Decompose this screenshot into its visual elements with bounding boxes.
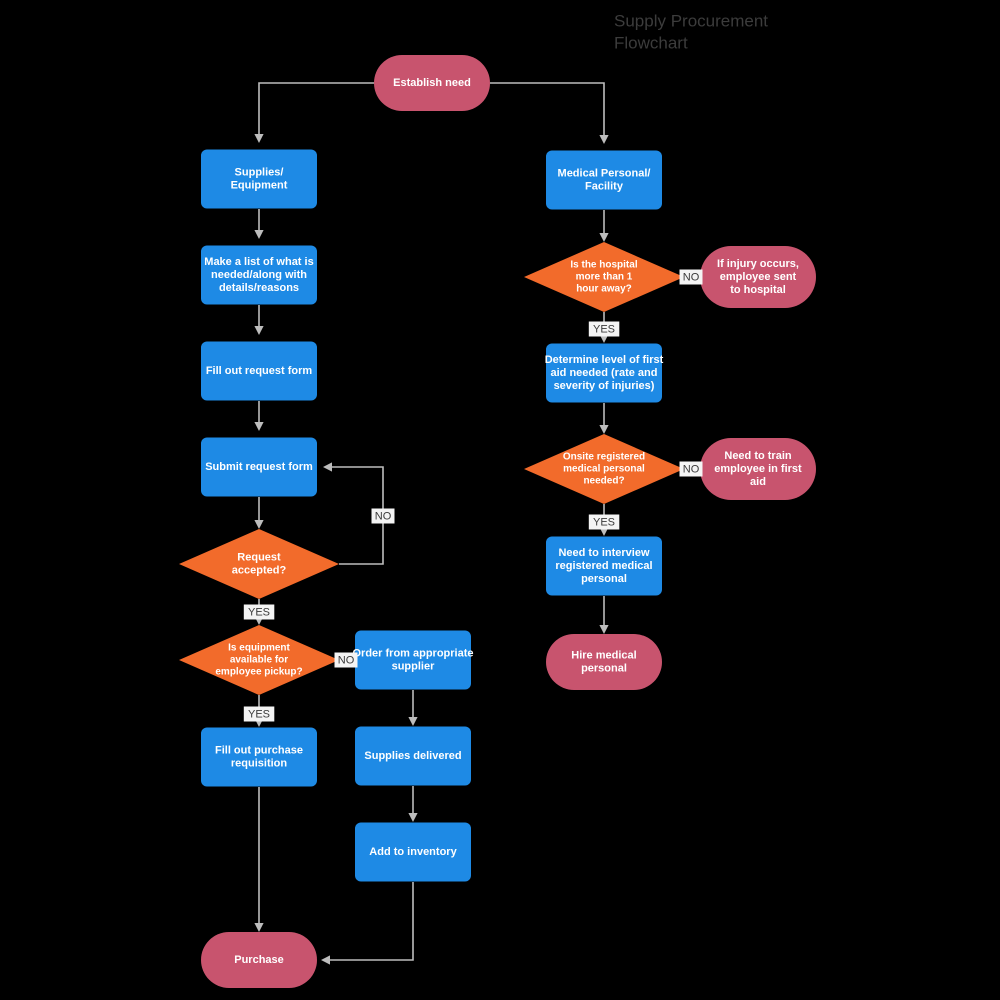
node-add_to_inventory[interactable]: Add to inventory	[355, 822, 471, 882]
node-label-supplies_equipment: Supplies/	[235, 166, 284, 178]
node-label-onsite_medical_needed: medical personal	[563, 464, 645, 475]
node-order_from_supplier[interactable]: Order from appropriatesupplier	[352, 630, 474, 690]
node-label-make_list: Make a list of what is	[204, 256, 313, 268]
svg-text:YES: YES	[593, 516, 615, 528]
svg-text:YES: YES	[248, 606, 270, 618]
node-label-interview_medical: personal	[581, 573, 627, 585]
node-label-medical_personal: Medical Personal/	[558, 167, 651, 179]
edge-establish_need-to-supplies_equipment	[254, 82, 374, 143]
node-label-request_accepted: Request	[237, 551, 281, 563]
node-label-train_employee: Need to train	[724, 450, 792, 462]
node-label-onsite_medical_needed: needed?	[583, 476, 624, 487]
node-equipment_available[interactable]: Is equipmentavailable foremployee pickup…	[179, 625, 339, 695]
flowchart-diagram: Establish need Supplies/Equipment Medical …	[179, 11, 816, 988]
flowchart-canvas: Establish need Supplies/Equipment Medical …	[0, 0, 1000, 1000]
node-hospital_far[interactable]: Is the hospitalmore than 1hour away?	[524, 242, 684, 312]
node-submit_request_form[interactable]: Submit request form	[201, 437, 317, 497]
svg-text:YES: YES	[593, 323, 615, 335]
node-label-injury_to_hospital: to hospital	[730, 284, 786, 296]
node-label-fill_purchase_req: requisition	[231, 757, 288, 769]
svg-text:NO: NO	[683, 463, 700, 475]
svg-text:NO: NO	[338, 654, 355, 666]
node-fill_purchase_req[interactable]: Fill out purchaserequisition	[201, 727, 317, 787]
node-label-add_to_inventory: Add to inventory	[369, 846, 457, 858]
svg-text:NO: NO	[375, 510, 392, 522]
node-label-purchase: Purchase	[234, 954, 284, 966]
node-request_accepted[interactable]: Requestaccepted?	[179, 529, 339, 599]
edge-label-yes-request_accepted: YES	[243, 604, 275, 620]
node-label-injury_to_hospital: employee sent	[720, 271, 797, 283]
node-label-make_list: needed/along with	[211, 269, 307, 281]
svg-text:YES: YES	[248, 708, 270, 720]
edge-label-no-equipment_available: NO	[334, 652, 358, 668]
node-label-hire_medical: personal	[581, 662, 627, 674]
edge-label-no-hospital_far: NO	[679, 269, 703, 285]
nodes-layer: Establish need Supplies/Equipment Medical …	[179, 55, 816, 988]
node-label-equipment_available: Is equipment	[228, 643, 290, 654]
edge-submit_request_form-to-request_accepted	[254, 497, 264, 529]
node-label-hospital_far: hour away?	[576, 284, 632, 295]
chart-title-line2: Flowchart	[614, 33, 688, 52]
node-label-equipment_available: available for	[230, 655, 288, 666]
edge-supplies_equipment-to-make_list	[254, 209, 264, 239]
edge-label-yes-equipment_available: YES	[243, 706, 275, 722]
node-onsite_medical_needed[interactable]: Onsite registeredmedical personalneeded?	[524, 434, 684, 504]
node-injury_to_hospital[interactable]: If injury occurs,employee sentto hospita…	[700, 246, 816, 308]
chart-title-line1: Supply Procurement	[614, 11, 768, 30]
edge-label-yes-onsite_medical_needed: YES	[588, 514, 620, 530]
node-label-medical_personal: Facility	[585, 180, 624, 192]
node-label-request_accepted: accepted?	[232, 564, 287, 576]
node-label-fill_request_form: Fill out request form	[206, 365, 313, 377]
node-label-interview_medical: Need to interview	[558, 547, 650, 559]
node-label-order_from_supplier: supplier	[392, 660, 436, 672]
node-train_employee[interactable]: Need to trainemployee in firstaid	[700, 438, 816, 500]
node-fill_request_form[interactable]: Fill out request form	[201, 341, 317, 401]
node-interview_medical[interactable]: Need to interviewregistered medicalperso…	[546, 536, 662, 596]
node-label-determine_first_aid: severity of injuries)	[554, 380, 655, 392]
chart-title: Supply Procurement Flowchart	[614, 11, 768, 52]
node-establish_need[interactable]: Establish need	[374, 55, 490, 111]
node-label-injury_to_hospital: If injury occurs,	[717, 258, 799, 270]
node-label-hospital_far: Is the hospital	[570, 260, 637, 271]
edge-label-no-request_accepted: NO	[371, 508, 395, 524]
node-label-fill_purchase_req: Fill out purchase	[215, 744, 303, 756]
edge-order_from_supplier-to-supplies_delivered	[408, 690, 418, 726]
node-label-onsite_medical_needed: Onsite registered	[563, 452, 645, 463]
edge-label-yes-hospital_far: YES	[588, 321, 620, 337]
edge-determine_first_aid-to-onsite_medical_needed	[599, 403, 609, 434]
edge-make_list-to-fill_request_form	[254, 305, 264, 335]
node-label-submit_request_form: Submit request form	[205, 461, 313, 473]
edge-interview_medical-to-hire_medical	[599, 596, 609, 634]
node-label-train_employee: employee in first	[714, 463, 802, 475]
edge-fill_request_form-to-submit_request_form	[254, 401, 264, 431]
node-determine_first_aid[interactable]: Determine level of firstaid needed (rate…	[545, 343, 664, 403]
node-label-supplies_delivered: Supplies delivered	[364, 750, 461, 762]
node-label-supplies_equipment: Equipment	[231, 179, 288, 191]
node-hire_medical[interactable]: Hire medicalpersonal	[546, 634, 662, 690]
node-label-train_employee: aid	[750, 476, 766, 488]
node-label-hire_medical: Hire medical	[571, 649, 636, 661]
node-label-establish_need: Establish need	[393, 77, 471, 89]
node-label-determine_first_aid: aid needed (rate and	[551, 367, 658, 379]
edge-establish_need-to-medical_personal	[490, 82, 609, 144]
node-supplies_equipment[interactable]: Supplies/Equipment	[201, 149, 317, 209]
edge-label-no-onsite_medical_needed: NO	[679, 461, 703, 477]
node-medical_personal[interactable]: Medical Personal/Facility	[546, 150, 662, 210]
node-make_list[interactable]: Make a list of what isneeded/along withd…	[201, 245, 317, 305]
node-supplies_delivered[interactable]: Supplies delivered	[355, 726, 471, 786]
svg-text:NO: NO	[683, 271, 700, 283]
edge-medical_personal-to-hospital_far	[599, 210, 609, 242]
node-label-make_list: details/reasons	[219, 282, 299, 294]
node-purchase[interactable]: Purchase	[201, 932, 317, 988]
edge-fill_purchase_req-to-purchase	[254, 787, 264, 932]
node-label-interview_medical: registered medical	[555, 560, 652, 572]
node-label-equipment_available: employee pickup?	[215, 667, 302, 678]
node-label-determine_first_aid: Determine level of first	[545, 354, 664, 366]
edges-layer	[254, 82, 700, 965]
edge-supplies_delivered-to-add_to_inventory	[408, 786, 418, 822]
node-label-order_from_supplier: Order from appropriate	[352, 647, 473, 659]
edge-add_to_inventory-to-purchase	[321, 882, 414, 965]
node-label-hospital_far: more than 1	[576, 272, 633, 283]
